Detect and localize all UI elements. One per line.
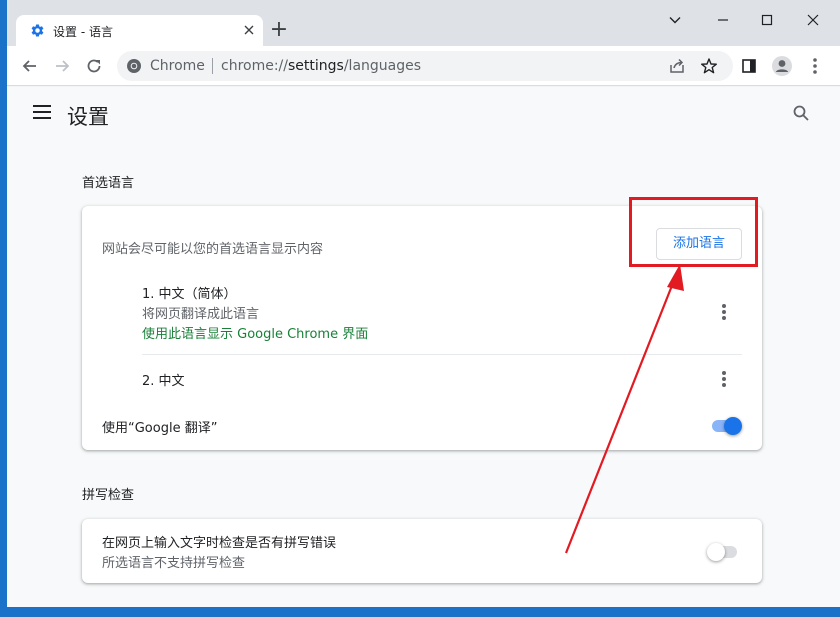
window-close-button[interactable] — [801, 8, 825, 32]
language-name: 2. 中文 — [142, 374, 185, 389]
spell-check-label: 在网页上输入文字时检查是否有拼写错误 — [102, 536, 337, 551]
tab-settings-languages[interactable]: 设置 - 语言 — [16, 15, 263, 46]
annotation-highlight-box — [629, 197, 758, 267]
language-ui-note: 使用此语言显示 Google Chrome 界面 — [142, 327, 369, 342]
spell-check-heading: 拼写检查 — [82, 488, 135, 503]
back-button[interactable] — [18, 54, 42, 78]
arrow-left-icon — [22, 60, 36, 72]
language-2-more-button[interactable] — [722, 371, 726, 387]
gear-icon — [31, 24, 44, 37]
minimize-icon — [718, 19, 728, 21]
url-text: chrome://settings/languages — [221, 58, 421, 74]
tab-strip: 设置 - 语言 + — [7, 0, 840, 46]
url-host: settings — [288, 58, 344, 74]
language-1-more-button[interactable] — [722, 304, 726, 320]
preferred-languages-heading: 首选语言 — [82, 176, 135, 191]
close-icon — [244, 25, 254, 35]
avatar-icon — [772, 56, 792, 76]
preferred-languages-description: 网站会尽可能以您的首选语言显示内容 — [102, 242, 324, 257]
translate-label: 使用“Google 翻译” — [102, 421, 218, 436]
tab-close-button[interactable] — [241, 22, 257, 38]
close-icon — [807, 14, 819, 26]
spell-check-toggle[interactable] — [707, 543, 739, 561]
maximize-button[interactable] — [755, 8, 779, 32]
spell-check-sublabel: 所选语言不支持拼写检查 — [102, 556, 246, 571]
maximize-icon — [761, 14, 773, 26]
minimize-button[interactable] — [711, 8, 735, 32]
site-label: Chrome — [150, 58, 205, 74]
side-panel-button[interactable] — [737, 54, 761, 78]
toggle-knob — [724, 417, 742, 435]
url-scheme: chrome:// — [221, 58, 288, 74]
url-path: /languages — [343, 58, 422, 74]
side-panel-icon — [742, 59, 756, 73]
settings-header: 设置 — [7, 87, 840, 143]
more-vertical-icon — [813, 58, 817, 74]
new-tab-button[interactable]: + — [267, 18, 291, 42]
browser-menu-button[interactable] — [803, 54, 827, 78]
profile-button[interactable] — [770, 54, 794, 78]
menu-icon[interactable] — [33, 105, 51, 119]
toggle-knob — [707, 543, 725, 561]
chrome-icon — [127, 59, 141, 73]
language-name: 1. 中文（简体） — [142, 287, 237, 302]
settings-page: 设置 首选语言 网站会尽可能以您的首选语言显示内容 添加语言 1. 中文（简体）… — [7, 87, 840, 607]
share-icon[interactable] — [668, 57, 686, 75]
language-item: 1. 中文（简体） 将网页翻译成此语言 使用此语言显示 Google Chrom… — [142, 283, 742, 343]
reload-button[interactable] — [82, 54, 106, 78]
tab-title: 设置 - 语言 — [53, 25, 113, 39]
spell-check-card: 在网页上输入文字时检查是否有拼写错误 所选语言不支持拼写检查 — [82, 519, 762, 583]
chevron-down-icon — [669, 17, 681, 24]
tab-search-button[interactable] — [663, 8, 687, 32]
star-icon[interactable] — [700, 57, 718, 75]
address-bar[interactable]: Chrome chrome://settings/languages — [117, 51, 733, 81]
reload-icon — [87, 59, 101, 73]
browser-toolbar: Chrome chrome://settings/languages — [7, 46, 840, 86]
divider — [142, 354, 742, 355]
translate-toggle[interactable] — [710, 417, 742, 435]
arrow-right-icon — [56, 60, 70, 72]
forward-button[interactable] — [50, 54, 74, 78]
language-subtitle: 将网页翻译成此语言 — [142, 307, 260, 322]
search-icon[interactable] — [792, 104, 810, 122]
browser-window: 设置 - 语言 + Chrome chrome://settings/langu… — [7, 0, 840, 607]
page-title: 设置 — [67, 105, 109, 129]
plus-icon: + — [269, 17, 289, 42]
omnibox-separator — [212, 58, 213, 74]
